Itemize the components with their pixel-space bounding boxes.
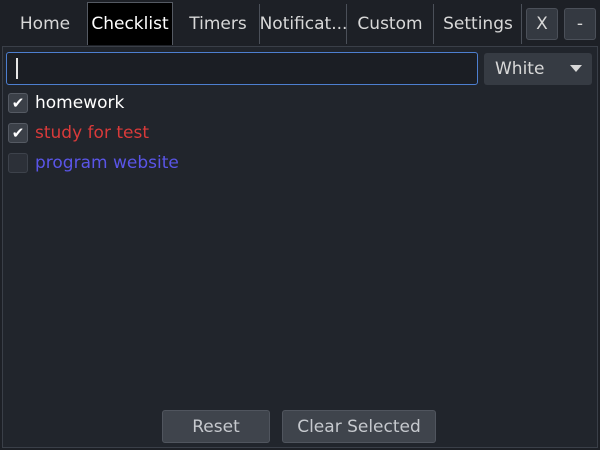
item-label: homework <box>35 93 125 113</box>
tab-divider <box>521 4 522 44</box>
checkmark-icon: ✔ <box>11 123 25 142</box>
checklist-item[interactable]: ✔ homework <box>8 92 124 114</box>
item-label: study for test <box>35 123 149 143</box>
tab-divider <box>259 4 260 44</box>
tab-custom[interactable]: Custom <box>348 4 432 44</box>
tab-home[interactable]: Home <box>8 4 82 44</box>
chevron-down-icon <box>570 65 582 72</box>
tab-notifications[interactable]: Notificat... <box>261 4 346 44</box>
color-select-value: White <box>495 59 545 79</box>
checklist-item[interactable]: program website <box>8 152 179 174</box>
tab-divider <box>433 4 434 44</box>
close-button[interactable]: X <box>526 8 558 40</box>
color-select[interactable]: White <box>484 53 592 85</box>
item-checkbox[interactable]: ✔ <box>8 123 28 143</box>
task-input[interactable] <box>6 52 478 85</box>
text-caret <box>16 58 18 79</box>
tab-bar: Home Checklist Timers Notificat... Custo… <box>0 0 600 46</box>
checklist-item[interactable]: ✔ study for test <box>8 122 149 144</box>
tab-settings[interactable]: Settings <box>435 4 521 44</box>
tab-checklist[interactable]: Checklist <box>87 2 173 45</box>
minimize-button[interactable]: - <box>564 8 596 40</box>
item-checkbox[interactable]: ✔ <box>8 93 28 113</box>
item-label: program website <box>35 153 179 173</box>
tab-timers[interactable]: Timers <box>178 4 258 44</box>
checkmark-icon: ✔ <box>11 93 25 112</box>
clear-selected-button[interactable]: Clear Selected <box>282 410 436 443</box>
reset-button[interactable]: Reset <box>162 410 270 443</box>
tab-divider <box>346 4 347 44</box>
item-checkbox[interactable] <box>8 153 28 173</box>
